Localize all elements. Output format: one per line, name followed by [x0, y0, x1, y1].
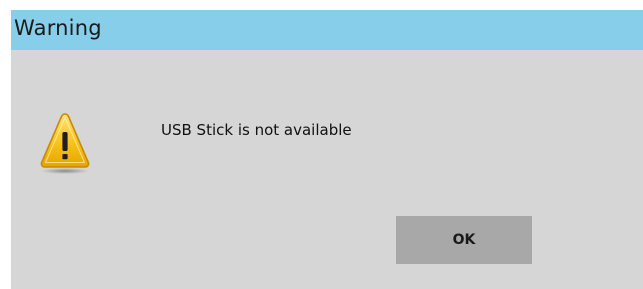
dialog-titlebar: Warning	[11, 10, 643, 50]
dialog-message: USB Stick is not available	[161, 121, 352, 139]
warning-triangle-icon	[40, 113, 90, 174]
dialog-title: Warning	[14, 16, 102, 40]
ok-button[interactable]: OK	[396, 216, 532, 264]
warning-dialog: Warning USB Stick is not available OK	[11, 10, 643, 289]
